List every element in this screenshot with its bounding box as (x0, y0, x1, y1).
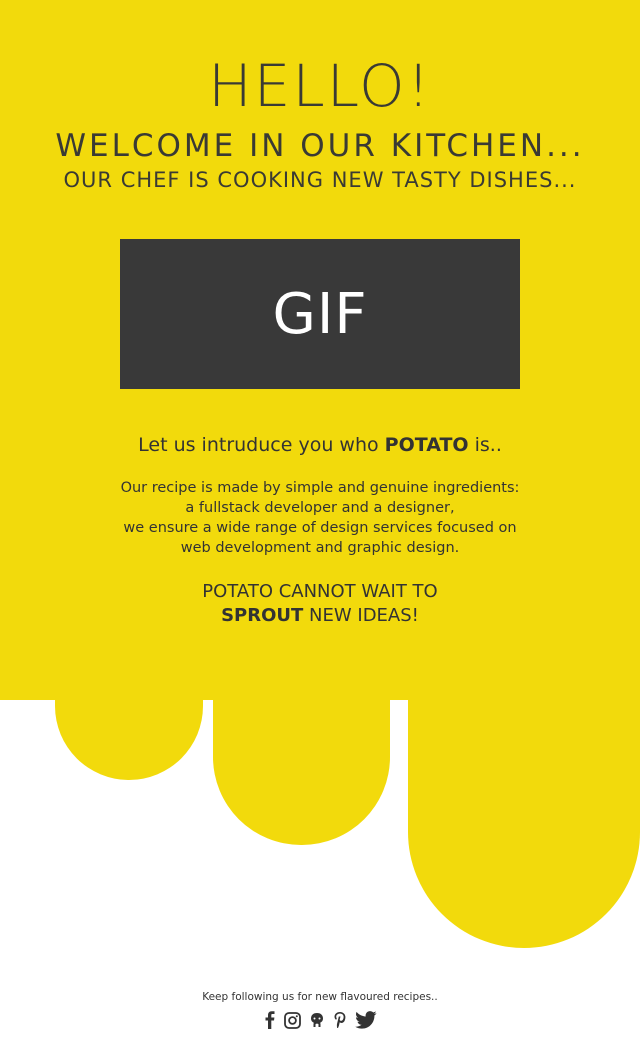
intro-prefix: Let us intruduce you who (138, 434, 385, 456)
intro-text: Let us intruduce you who POTATO is.. (0, 434, 640, 456)
page-title: HELLO! (208, 52, 432, 120)
tagline-bold: SPROUT (221, 605, 304, 626)
github-icon[interactable] (309, 1012, 325, 1028)
yellow-drip-middle (213, 690, 390, 845)
description-line: Our recipe is made by simple and genuine… (120, 480, 520, 496)
description-line: a fullstack developer and a designer, (185, 500, 455, 516)
yellow-drip-right (408, 690, 640, 948)
intro-suffix: is.. (468, 434, 502, 456)
facebook-icon[interactable] (264, 1011, 276, 1029)
tagline: POTATO CANNOT WAIT TO SPROUT NEW IDEAS! (0, 580, 640, 628)
twitter-icon[interactable] (354, 1011, 377, 1029)
description-line: web development and graphic design. (180, 540, 460, 556)
tagline-line-2: SPROUT NEW IDEAS! (0, 604, 640, 628)
chef-subheading: OUR CHEF IS COOKING NEW TASTY DISHES... (63, 168, 577, 192)
gif-label: GIF (272, 281, 368, 347)
footer-text: Keep following us for new flavoured reci… (202, 991, 438, 1003)
pinterest-icon[interactable] (333, 1011, 347, 1029)
brand-name: POTATO (384, 434, 469, 456)
gif-placeholder: GIF (120, 239, 520, 389)
description: Our recipe is made by simple and genuine… (110, 478, 530, 558)
tagline-rest: NEW IDEAS! (303, 605, 419, 626)
yellow-drip-left (55, 690, 203, 780)
social-links (0, 1011, 640, 1029)
description-line: we ensure a wide range of design service… (123, 520, 517, 536)
welcome-heading: WELCOME IN OUR KITCHEN... (55, 128, 585, 164)
tagline-line: POTATO CANNOT WAIT TO (202, 581, 438, 602)
instagram-icon[interactable] (283, 1011, 301, 1029)
